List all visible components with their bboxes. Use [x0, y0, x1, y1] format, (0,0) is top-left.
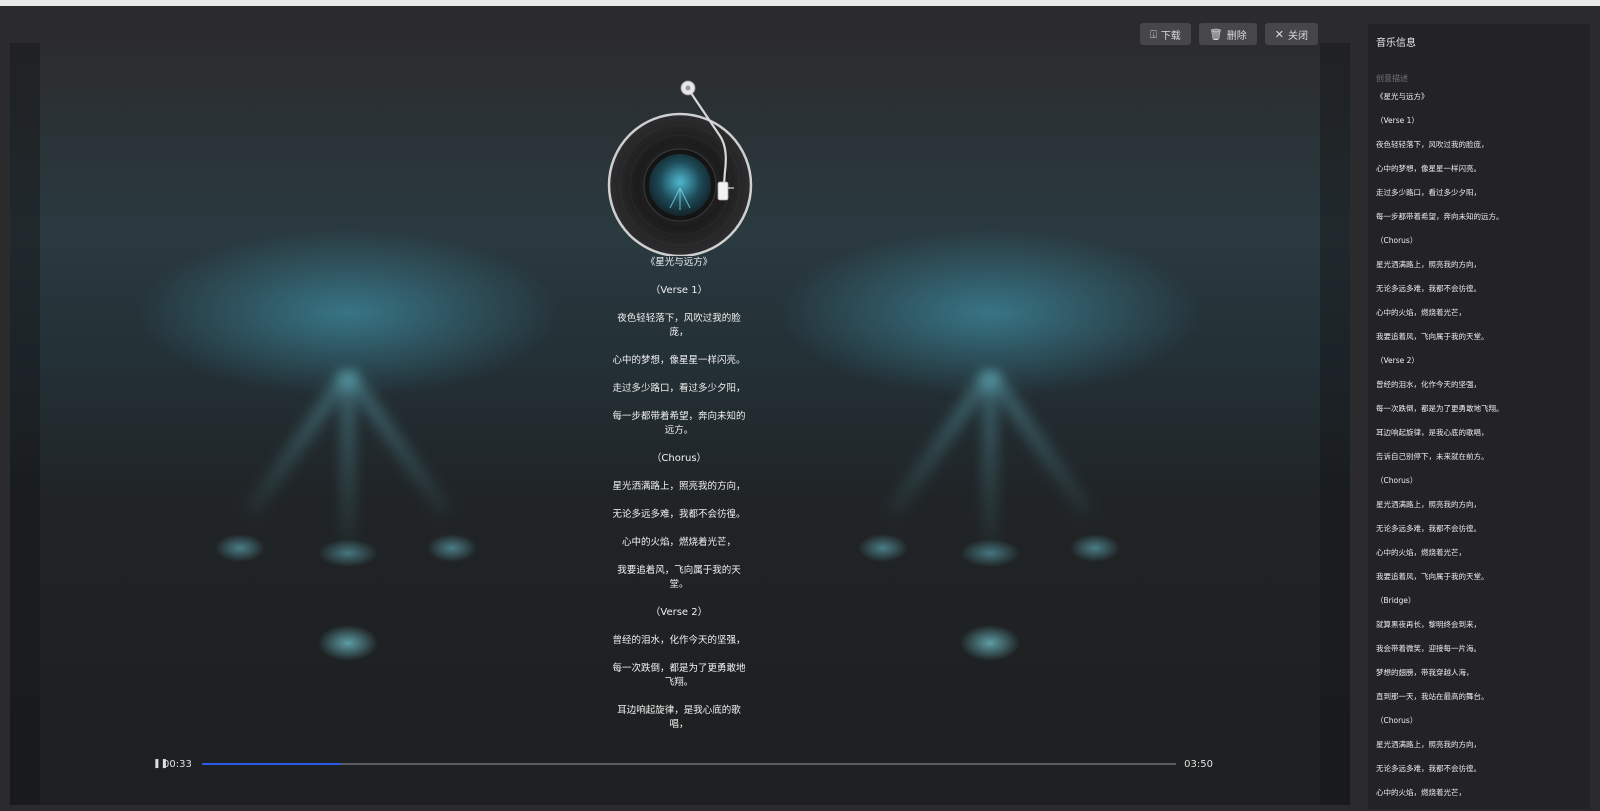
description-line: 无论多远多难，我都不会彷徨。	[1376, 284, 1481, 293]
description-line: （Chorus）	[1376, 476, 1418, 485]
description-line: 心中的火焰，燃烧着光芒，	[1376, 308, 1466, 317]
trash-icon: 🗑	[1208, 27, 1223, 41]
lyric-line: （Verse 1）	[650, 285, 708, 296]
description-line: 告诉自己别停下，未来就在前方。	[1376, 452, 1489, 461]
description-line: 我会带着微笑，迎接每一片海。	[1376, 644, 1481, 653]
pause-icon[interactable]: ❚❚	[153, 759, 168, 769]
lyric-line: 无论多远多难，我都不会彷徨。	[612, 509, 746, 520]
description-line: 梦想的翅膀，带我穿越人海，	[1376, 668, 1474, 677]
total-time: 03:50	[1184, 758, 1213, 770]
description-line: 心中的梦想，像星星一样闪亮。	[1376, 164, 1481, 173]
lyric-line: 我要追着风，飞向属于我的天堂。	[617, 565, 741, 590]
description-line: 就算黑夜再长，黎明终会到来，	[1376, 620, 1481, 629]
lyric-line: （Verse 2）	[650, 607, 708, 618]
lyric-line: 《星光与远方》	[645, 257, 713, 268]
description-line: （Chorus）	[1376, 236, 1418, 245]
description-line: 每一步都带着希望，奔向未知的远方。	[1376, 212, 1504, 221]
lyrics-panel[interactable]: 《星光与远方》 （Verse 1） 夜色轻轻落下，风吹过我的脸庞， 心中的梦想，像星星…	[609, 256, 749, 736]
lyric-line: 心中的梦想，像星星一样闪亮。	[612, 355, 746, 366]
description-line: （Verse 1）	[1376, 116, 1419, 125]
description-line: 走过多少路口，看过多少夕阳，	[1376, 188, 1481, 197]
lyric-line: 走过多少路口，看过多少夕阳，	[612, 383, 746, 394]
stage-edge-shadow	[1320, 43, 1350, 805]
lyric-line: 耳边响起旋律，是我心底的歌唱，	[617, 705, 741, 730]
progress-fill	[201, 763, 342, 765]
description-line: 夜色轻轻落下，风吹过我的脸庞，	[1376, 140, 1489, 149]
lyric-line: 每一步都带着希望，奔向未知的远方。	[612, 411, 746, 436]
description-line: 耳边响起旋律，是我心底的歌唱，	[1376, 428, 1489, 437]
audio-player-bar: ❚❚ 00:33 03:50	[153, 756, 1213, 772]
description-line: 我要追着风，飞向属于我的天堂。	[1376, 332, 1489, 341]
progress-track[interactable]	[201, 763, 1177, 765]
description-line: 《星光与远方》	[1376, 92, 1429, 101]
vinyl-record-icon	[607, 80, 753, 258]
light-beam	[341, 368, 453, 517]
description-line: 无论多远多难，我都不会彷徨。	[1376, 524, 1481, 533]
description-line: 星光洒满路上，照亮我的方向，	[1376, 260, 1481, 269]
description-line: （Verse 2）	[1376, 356, 1419, 365]
music-info-sidebar: 音乐信息 创意描述 《星光与远方》 （Verse 1） 夜色轻轻落下，风吹过我的脸庞…	[1368, 24, 1590, 809]
close-icon: ✕	[1274, 27, 1284, 41]
lyric-line: 每一次跌倒，都是为了更勇敢地飞翔。	[612, 663, 746, 688]
music-preview-dialog: ⍗ 下载 🗑 删除 ✕ 关闭 《星光与远方》 （Verse 1） 夜色轻轻落下，…	[0, 6, 1600, 811]
lyric-line: 星光洒满路上，照亮我的方向，	[612, 481, 746, 492]
description-list: 《星光与远方》 （Verse 1） 夜色轻轻落下，风吹过我的脸庞， 心中的梦想，像星星…	[1376, 92, 1586, 809]
description-line: （Bridge）	[1376, 596, 1416, 605]
sidebar-subtitle: 创意描述	[1376, 74, 1408, 83]
light-beam	[983, 368, 1095, 517]
current-time: 00:33	[163, 758, 192, 770]
close-label: 关闭	[1288, 30, 1308, 42]
description-line: 每一次跌倒，都是为了更勇敢地飞翔。	[1376, 404, 1504, 413]
vinyl-record	[600, 76, 760, 258]
lyric-line: 曾经的泪水，化作今天的坚强，	[612, 635, 746, 646]
download-label: 下载	[1160, 30, 1181, 42]
lyric-line: （Chorus）	[651, 453, 707, 464]
description-line: 心中的火焰，燃烧着光芒，	[1376, 788, 1466, 797]
delete-label: 删除	[1226, 30, 1247, 42]
sidebar-title: 音乐信息	[1376, 38, 1416, 49]
download-icon: ⍗	[1150, 27, 1157, 41]
description-line: 曾经的泪水，化作今天的坚强，	[1376, 380, 1481, 389]
light-beam	[243, 368, 355, 517]
stage-edge-shadow	[10, 43, 40, 805]
download-button[interactable]: ⍗ 下载	[1140, 23, 1191, 45]
close-button[interactable]: ✕ 关闭	[1264, 23, 1318, 45]
description-line: 星光洒满路上，照亮我的方向，	[1376, 740, 1481, 749]
lyric-line: 夜色轻轻落下，风吹过我的脸庞，	[617, 313, 741, 338]
description-line: 无论多远多难，我都不会彷徨。	[1376, 764, 1481, 773]
description-line: （Chorus）	[1376, 716, 1418, 725]
delete-button[interactable]: 🗑 删除	[1198, 23, 1257, 45]
description-line: 星光洒满路上，照亮我的方向，	[1376, 500, 1481, 509]
top-action-bar: ⍗ 下载 🗑 删除 ✕ 关闭	[1140, 23, 1318, 45]
light-beam	[982, 373, 998, 543]
description-line: 直到那一天，我站在最高的舞台。	[1376, 692, 1489, 701]
description-line: 心中的火焰，燃烧着光芒，	[1376, 548, 1466, 557]
light-beam	[340, 373, 356, 543]
light-beam	[885, 368, 997, 517]
lyric-line: 心中的火焰，燃烧着光芒，	[621, 537, 736, 548]
description-line: 我要追着风，飞向属于我的天堂。	[1376, 572, 1489, 581]
